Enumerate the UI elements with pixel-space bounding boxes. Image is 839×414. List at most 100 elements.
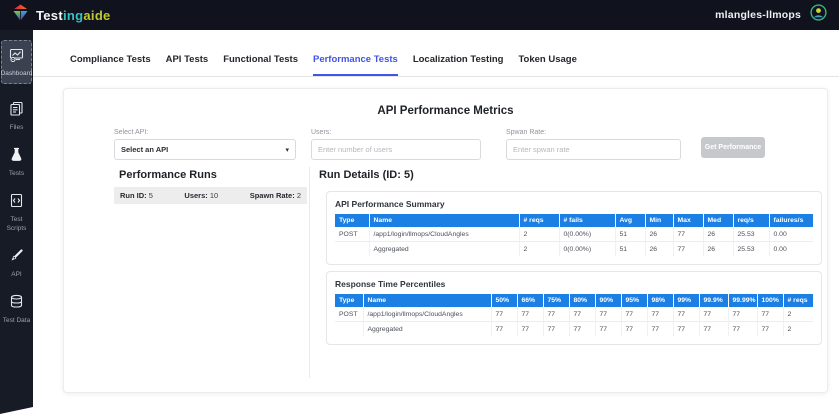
- table-header-row: Type Name # reqs # fails Avg Min Max Med req/s fa…: [335, 214, 813, 227]
- files-icon: [9, 101, 24, 121]
- users-input[interactable]: [311, 139, 481, 160]
- table-cell: 26: [645, 241, 674, 256]
- table-cell: POST: [335, 227, 370, 242]
- column-header: 95%: [621, 294, 648, 307]
- column-header: 99%: [673, 294, 700, 307]
- run-id-cell: Run ID: 5: [120, 191, 153, 200]
- sidebar-item-files[interactable]: Files: [1, 101, 32, 132]
- table-cell: [335, 321, 364, 336]
- sidebar-item-dashboard[interactable]: Dashboard: [0, 40, 33, 85]
- run-spawn-cell: Spawn Rate: 2: [249, 191, 301, 200]
- table-cell: POST: [335, 307, 364, 322]
- table-cell: 77: [621, 321, 648, 336]
- select-api-dropdown[interactable]: Select an API: [114, 139, 296, 160]
- table-cell: 77: [543, 307, 570, 322]
- summary-table-title: API Performance Summary: [335, 199, 445, 209]
- sidebar-item-label: Dashboard: [0, 70, 33, 77]
- spawn-rate-label: Spwan Rate:: [506, 129, 547, 136]
- brand-name: Testingaide: [36, 7, 111, 23]
- table-cell: 77: [569, 307, 596, 322]
- database-icon: [9, 294, 24, 314]
- tab-performance-tests[interactable]: Performance Tests: [312, 54, 398, 76]
- response-time-percentiles-card: Response Time Percentiles Type Name 50% 66%…: [326, 271, 822, 345]
- table-cell: 77: [673, 241, 704, 256]
- table-cell: 77: [595, 307, 622, 322]
- api-performance-summary-table: Type Name # reqs # fails Avg Min Max Med req/s fa…: [335, 214, 813, 256]
- table-row: POST/app1/login/llmops/CloudAngles 77 77 77…: [335, 307, 813, 322]
- users-label: Users:: [311, 129, 332, 136]
- column-header: 100%: [757, 294, 784, 307]
- brand-logo-icon: [12, 4, 29, 27]
- page-title: API Performance Metrics: [377, 105, 514, 117]
- tab-functional-tests[interactable]: Functional Tests: [223, 54, 298, 76]
- table-cell: 2: [519, 227, 560, 242]
- code-script-icon: [9, 193, 24, 213]
- sidebar-item-test-data[interactable]: Test Data: [1, 294, 32, 325]
- table-cell: 26: [703, 227, 734, 242]
- table-cell: 26: [645, 227, 674, 242]
- table-cell: 2: [787, 325, 792, 333]
- user-area: mlangles-llmops: [715, 4, 827, 26]
- table-cell: 0.00: [773, 245, 787, 253]
- table-row: Aggregated 77 77 77 77 77 77 77 77 77 77 77 2: [335, 321, 813, 336]
- table-cell: 77: [728, 307, 758, 322]
- table-cell: 51: [615, 241, 646, 256]
- table-cell: 0.00: [769, 227, 813, 242]
- table-cell: [335, 241, 370, 256]
- spawn-rate-input[interactable]: [506, 139, 681, 160]
- tab-api-tests[interactable]: API Tests: [166, 54, 209, 76]
- percentiles-table-title: Response Time Percentiles: [335, 279, 446, 289]
- column-header: # reqs: [783, 294, 813, 307]
- table-cell: 77: [569, 321, 596, 336]
- column-header: 50%: [491, 294, 518, 307]
- column-divider: [309, 167, 310, 378]
- performance-runs-title: Performance Runs: [119, 169, 217, 181]
- table-row: Aggregated 2 0(0.00%) 51 26 77 26 25.53 0.00: [335, 241, 813, 256]
- table-cell: 0(0.00%): [559, 227, 616, 242]
- table-cell: 77: [673, 227, 704, 242]
- tab-localization-testing[interactable]: Localization Testing: [413, 54, 504, 76]
- api-performance-summary-card: API Performance Summary Type Name # reqs # …: [326, 191, 822, 265]
- table-cell: 77: [699, 307, 729, 322]
- app-header: Testingaide mlangles-llmops: [0, 0, 839, 30]
- sidebar-nav: Dashboard Files Tests Test Scripts API T…: [0, 30, 33, 407]
- table-cell: 25.53: [733, 241, 770, 256]
- brand: Testingaide: [12, 4, 111, 27]
- table-cell: 77: [647, 321, 674, 336]
- column-header: Name: [363, 294, 492, 307]
- column-header: Max: [673, 214, 704, 227]
- table-cell: 77: [728, 321, 758, 336]
- column-header: # reqs: [519, 214, 560, 227]
- sidebar-item-label: Tests: [8, 170, 25, 178]
- username-label: mlangles-llmops: [715, 9, 801, 21]
- table-cell: 77: [757, 307, 784, 322]
- column-header: # fails: [559, 214, 616, 227]
- table-cell: 77: [517, 307, 544, 322]
- table-cell: 77: [621, 307, 648, 322]
- column-header: Type: [335, 294, 364, 307]
- tab-token-usage[interactable]: Token Usage: [518, 54, 576, 76]
- performance-metrics-card: API Performance Metrics Select API: Sele…: [63, 88, 828, 393]
- column-header: 99.9%: [699, 294, 729, 307]
- sidebar-item-label: Test Scripts: [6, 216, 27, 232]
- table-cell: 77: [647, 307, 674, 322]
- user-avatar-icon[interactable]: [810, 4, 827, 26]
- sidebar-item-label: Test Data: [2, 316, 31, 324]
- column-header: 99.99%: [728, 294, 758, 307]
- sidebar-item-test-scripts[interactable]: Test Scripts: [1, 193, 32, 232]
- table-cell: 26: [703, 241, 734, 256]
- table-cell: 2: [783, 307, 813, 322]
- table-cell: 0(0.00%): [559, 241, 616, 256]
- tab-compliance-tests[interactable]: Compliance Tests: [70, 54, 151, 76]
- sidebar-item-api[interactable]: API: [1, 248, 32, 279]
- table-header-row: Type Name 50% 66% 75% 80% 90% 95% 98% 99% 99.9% 99.…: [335, 294, 813, 307]
- table-row: POST/app1/login/llmops/CloudAngles 2 0(0.0…: [335, 227, 813, 242]
- sidebar-item-tests[interactable]: Tests: [1, 147, 32, 178]
- run-users-cell: Users: 10: [184, 191, 219, 200]
- table-cell: 77: [673, 321, 700, 336]
- column-header: Name: [369, 214, 520, 227]
- performance-run-item[interactable]: Run ID: 5 Users: 10 Spawn Rate: 2: [114, 187, 307, 204]
- get-performance-button[interactable]: Get Performance: [701, 137, 765, 158]
- table-cell: Aggregated: [369, 241, 520, 256]
- table-cell: Aggregated: [363, 321, 492, 336]
